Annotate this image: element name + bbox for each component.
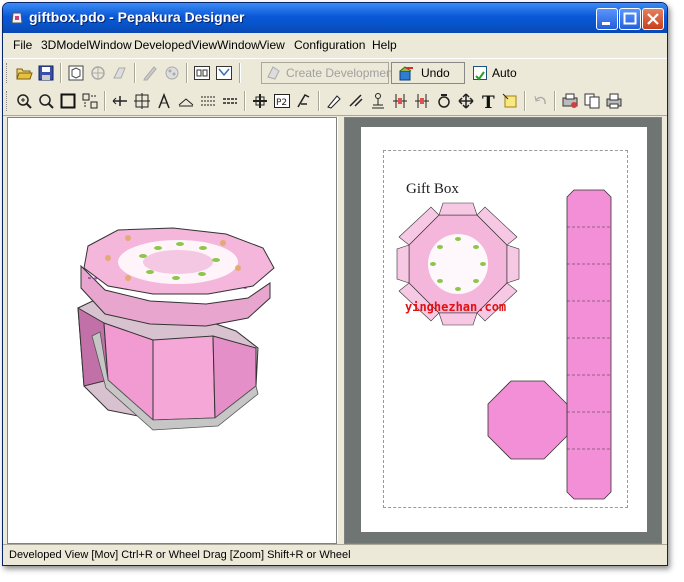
cut-icon[interactable] xyxy=(155,92,173,110)
align-icon[interactable] xyxy=(369,92,387,110)
checkmark-icon xyxy=(475,71,485,81)
toolbar-grip[interactable] xyxy=(6,91,9,111)
close-icon xyxy=(647,13,659,25)
move-icon[interactable] xyxy=(111,92,129,110)
print-setup-icon[interactable] xyxy=(561,92,579,110)
print-icon[interactable] xyxy=(605,92,623,110)
window-title: giftbox.pdo - Pepakura Designer xyxy=(29,9,245,25)
status-bar: Developed View [Mov] Ctrl+R or Wheel Dra… xyxy=(3,544,667,565)
scale-icon[interactable] xyxy=(347,92,365,110)
menu-3dmodelwindow[interactable]: 3DModelWindow xyxy=(41,38,132,52)
fit-icon[interactable] xyxy=(81,92,99,110)
auto-label: Auto xyxy=(492,66,517,80)
svg-text:P2: P2 xyxy=(276,98,287,108)
line-icon[interactable] xyxy=(199,92,217,110)
unfold-icon[interactable] xyxy=(89,64,107,82)
main-toolbar: Create Development Undo Auto xyxy=(3,58,667,88)
minimize-button[interactable] xyxy=(596,8,618,30)
maximize-button[interactable] xyxy=(619,8,641,30)
toolbar-grip[interactable] xyxy=(6,63,9,83)
auto-checkbox[interactable] xyxy=(473,66,487,81)
rotate-part-icon[interactable] xyxy=(413,92,431,110)
app-icon xyxy=(11,12,23,24)
toolbar-separator xyxy=(239,63,241,83)
center-icon[interactable] xyxy=(435,92,453,110)
toolbar-separator xyxy=(244,91,246,111)
toolbar-separator xyxy=(134,63,136,83)
minimize-icon xyxy=(602,22,610,25)
fold-icon[interactable] xyxy=(177,92,195,110)
page-icon[interactable] xyxy=(193,64,211,82)
toolbar-separator xyxy=(186,63,188,83)
toolbar-separator xyxy=(104,91,106,111)
undo-button[interactable]: Undo xyxy=(391,62,465,84)
paint-icon[interactable] xyxy=(163,64,181,82)
undo-label: Undo xyxy=(421,66,450,80)
undo-icon xyxy=(399,66,413,81)
menu-configuration[interactable]: Configuration xyxy=(294,38,365,52)
developed-view[interactable]: Gift Box xyxy=(344,117,662,544)
pen-icon[interactable] xyxy=(295,92,313,110)
status-text: Developed View [Mov] Ctrl+R or Wheel Dra… xyxy=(9,549,351,561)
open-folder-icon[interactable] xyxy=(15,64,33,82)
gift-box-3d-model xyxy=(77,227,275,431)
paint-brush-icon[interactable] xyxy=(325,92,343,110)
menu-bar: File 3DModelWindow DevelopedViewWindow V… xyxy=(3,34,667,56)
zoom-icon[interactable] xyxy=(37,92,55,110)
flap-icon[interactable] xyxy=(221,92,239,110)
model-3d-view[interactable] xyxy=(7,117,337,544)
paper-sheet: Gift Box xyxy=(361,127,647,532)
move-part-icon[interactable] xyxy=(457,92,475,110)
toolbar-separator xyxy=(524,91,526,111)
create-development-label: Create Development xyxy=(286,66,397,80)
join-icon[interactable] xyxy=(133,92,151,110)
unfolded-parts xyxy=(396,189,612,500)
watermark-red: yinghezhan.com xyxy=(405,300,507,314)
undo-small-icon[interactable] xyxy=(531,92,549,110)
edit-icon[interactable] xyxy=(141,64,159,82)
toolbar-separator xyxy=(318,91,320,111)
svg-text:T: T xyxy=(482,93,495,110)
layout-icon[interactable] xyxy=(215,64,233,82)
arrange-icon[interactable] xyxy=(111,64,129,82)
text-tool-icon[interactable]: T xyxy=(479,92,497,110)
rotate-icon[interactable] xyxy=(15,92,33,110)
toolbar-separator xyxy=(60,63,62,83)
create-development-icon xyxy=(267,66,280,80)
menu-help[interactable]: Help xyxy=(372,38,397,52)
copy-icon[interactable] xyxy=(583,92,601,110)
maximize-icon xyxy=(623,12,637,25)
frame-icon[interactable] xyxy=(59,92,77,110)
image-icon[interactable] xyxy=(501,92,519,110)
view-3d-icon[interactable] xyxy=(67,64,85,82)
title-bar[interactable]: giftbox.pdo - Pepakura Designer xyxy=(3,3,667,33)
close-button[interactable] xyxy=(642,8,664,30)
menu-file[interactable]: File xyxy=(13,38,32,52)
create-development-button[interactable]: Create Development xyxy=(261,62,396,84)
menu-developedviewwindow[interactable]: DevelopedViewWindow xyxy=(134,38,260,52)
app-window: giftbox.pdo - Pepakura Designer File 3DM… xyxy=(2,2,668,566)
distribute-icon[interactable] xyxy=(391,92,409,110)
part-icon[interactable] xyxy=(251,92,269,110)
toolbar-separator xyxy=(554,91,556,111)
text-icon[interactable]: P2 xyxy=(273,92,291,110)
save-icon[interactable] xyxy=(37,64,55,82)
tools-toolbar: P2 T xyxy=(3,87,667,116)
menu-view[interactable]: View xyxy=(259,38,285,52)
